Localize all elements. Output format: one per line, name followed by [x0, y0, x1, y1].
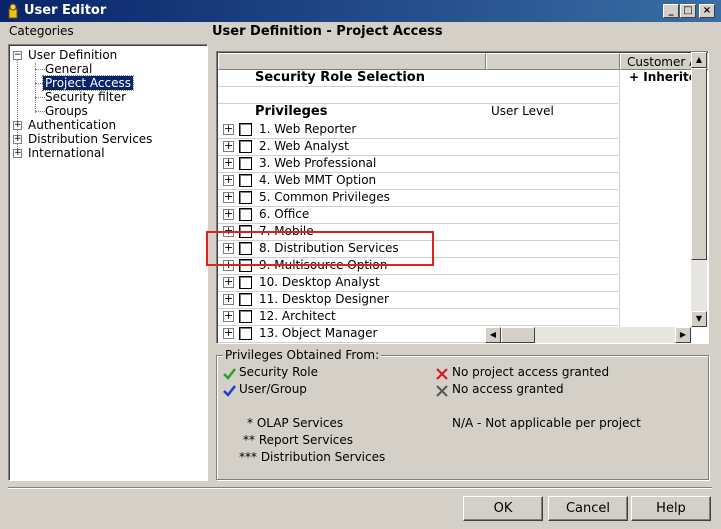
expand-icon[interactable]: +	[223, 276, 234, 288]
horizontal-scrollbar[interactable]: ◀ ▶	[485, 327, 691, 343]
legend-security-role: Security Role	[239, 365, 318, 379]
tree-item-groups[interactable]: Groups	[45, 104, 88, 118]
tree-item-international[interactable]: International	[28, 146, 105, 160]
expand-toggle[interactable]: +	[13, 149, 22, 158]
user-level-label: User Level	[491, 104, 554, 118]
tree-item-label: International	[28, 146, 105, 160]
privilege-label: 5. Common Privileges	[259, 190, 390, 204]
tree-connector	[35, 111, 45, 112]
tree-connector	[35, 97, 45, 98]
tree-item-authentication[interactable]: Authentication	[28, 118, 116, 132]
legend-distribution: *** Distribution Services	[239, 450, 386, 464]
green-check-icon	[223, 368, 236, 380]
window-title: User Editor	[24, 3, 107, 18]
tree-item-label: Security filter	[45, 90, 127, 104]
expand-icon[interactable]: +	[223, 140, 234, 152]
inherited-label: + Inherite	[629, 70, 697, 84]
tree-item-security-filter[interactable]: Security filter	[45, 90, 126, 104]
expand-icon[interactable]: +	[223, 293, 234, 305]
vertical-scroll-thumb[interactable]	[691, 68, 707, 260]
vertical-scrollbar[interactable]: ▲ ▼	[691, 52, 707, 327]
privilege-checkbox[interactable]	[239, 123, 252, 136]
title-bar: User Editor _ □ ×	[0, 0, 721, 22]
tree-item-label: Distribution Services	[28, 132, 153, 146]
legend-report: ** Report Services	[243, 433, 354, 447]
scroll-up-arrow-icon[interactable]: ▲	[691, 52, 707, 68]
privileges-legend: Privileges Obtained From: Security Role …	[216, 348, 709, 480]
horizontal-scroll-thumb[interactable]	[501, 327, 535, 343]
categories-tree[interactable]: − User Definition General Project Access…	[8, 44, 208, 481]
tree-item-label: User Definition	[28, 48, 118, 62]
legend-na: N/A - Not applicable per project	[452, 416, 641, 430]
privilege-checkbox[interactable]	[239, 191, 252, 204]
tree-item-distribution-services[interactable]: Distribution Services	[28, 132, 152, 146]
ok-button[interactable]: OK	[463, 496, 543, 521]
minimize-button[interactable]: _	[663, 4, 679, 18]
user-app-icon	[8, 3, 18, 19]
collapse-toggle[interactable]: −	[13, 51, 22, 60]
tree-connector	[35, 69, 45, 70]
expand-icon[interactable]: +	[223, 208, 234, 220]
privilege-checkbox[interactable]	[239, 174, 252, 187]
expand-icon[interactable]: +	[223, 174, 234, 186]
privilege-label: 4. Web MMT Option	[259, 173, 377, 187]
privilege-label: 1. Web Reporter	[259, 122, 357, 136]
legend-title: Privileges Obtained From:	[223, 348, 382, 362]
privilege-checkbox[interactable]	[239, 157, 252, 170]
expand-icon[interactable]: +	[223, 327, 234, 339]
panel-title: User Definition - Project Access	[212, 24, 443, 39]
red-x-icon	[436, 368, 448, 380]
privilege-label: 13. Object Manager	[259, 326, 378, 340]
maximize-button[interactable]: □	[680, 4, 696, 18]
grid-header-blank	[218, 53, 486, 70]
privilege-checkbox[interactable]	[239, 310, 252, 323]
tree-item-label: Project Access	[42, 75, 134, 91]
legend-user-group: User/Group	[239, 382, 307, 396]
legend-olap: * OLAP Services	[247, 416, 344, 430]
tree-connector	[35, 63, 36, 113]
scroll-right-arrow-icon[interactable]: ▶	[675, 327, 691, 343]
privilege-label: 2. Web Analyst	[259, 139, 349, 153]
scroll-down-arrow-icon[interactable]: ▼	[691, 311, 707, 327]
privilege-checkbox[interactable]	[239, 276, 252, 289]
tree-item-general[interactable]: General	[45, 62, 92, 76]
tree-item-project-access[interactable]: Project Access	[42, 75, 134, 91]
expand-icon[interactable]: +	[223, 191, 234, 203]
expand-icon[interactable]: +	[223, 123, 234, 135]
close-button[interactable]: ×	[699, 4, 715, 18]
legend-no-access: No access granted	[452, 382, 564, 396]
privilege-label: 10. Desktop Analyst	[259, 275, 380, 289]
legend-no-project-access: No project access granted	[452, 365, 610, 379]
tree-item-label: Groups	[45, 104, 88, 118]
privilege-checkbox[interactable]	[239, 208, 252, 221]
help-button[interactable]: Help	[631, 496, 711, 521]
privilege-label: 3. Web Professional	[259, 156, 377, 170]
expand-toggle[interactable]: +	[13, 135, 22, 144]
separator	[8, 487, 712, 489]
categories-heading: Categories	[9, 24, 74, 38]
privilege-checkbox[interactable]	[239, 140, 252, 153]
privilege-checkbox[interactable]	[239, 327, 252, 340]
tree-item-user-definition[interactable]: User Definition	[28, 48, 117, 62]
gray-x-icon	[436, 385, 448, 397]
scroll-left-arrow-icon[interactable]: ◀	[485, 327, 501, 343]
privilege-label: 6. Office	[259, 207, 310, 221]
privilege-label: 12. Architect	[259, 309, 336, 323]
tree-item-label: General	[45, 62, 93, 76]
privilege-label: 11. Desktop Designer	[259, 292, 389, 306]
privileges-grid[interactable]: Customer A Security Role Selection + Inh…	[216, 51, 709, 344]
blue-check-icon	[223, 385, 236, 397]
security-role-label: Security Role Selection	[255, 70, 425, 85]
expand-icon[interactable]: +	[223, 157, 234, 169]
privilege-checkbox[interactable]	[239, 293, 252, 306]
cancel-button[interactable]: Cancel	[548, 496, 628, 521]
expand-icon[interactable]: +	[223, 310, 234, 322]
privileges-label: Privileges	[255, 104, 328, 119]
grid-line	[218, 86, 618, 87]
expand-toggle[interactable]: +	[13, 121, 22, 130]
tree-item-label: Authentication	[28, 118, 117, 132]
grid-header-blank	[486, 53, 620, 70]
grid-line	[619, 70, 620, 343]
highlight-annotation	[206, 231, 434, 266]
